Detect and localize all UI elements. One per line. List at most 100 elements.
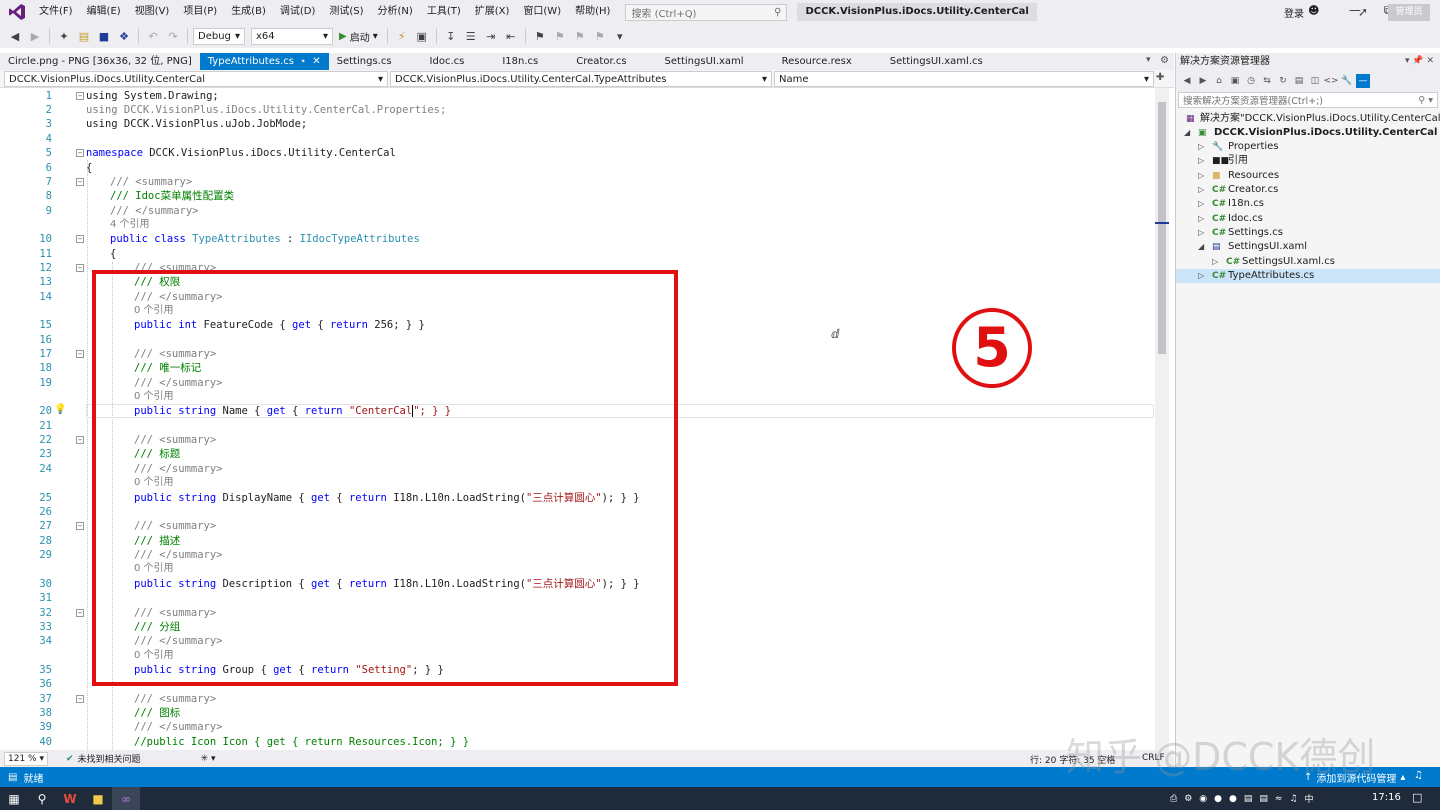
tray-qq-icon[interactable]: ● [1229,794,1237,804]
menu-view[interactable]: 视图(V) [128,0,177,24]
gear-icon[interactable]: ⚙ [1160,55,1169,66]
user-icon[interactable]: ☻ [1308,4,1319,17]
menu-test[interactable]: 测试(S) [322,0,370,24]
tree-item-settingsui-xaml-cs[interactable]: ▷ C# SettingsUI.xaml.cs [1176,255,1440,269]
tab-overflow-icon[interactable]: ▾ [1146,55,1151,65]
tab-creator-cs[interactable]: Creator.cs [546,53,634,70]
collapsed-arrow-icon[interactable]: ▷ [1198,226,1204,240]
scrollbar-thumb[interactable] [1158,102,1166,354]
tray-display-icon[interactable]: ▤ [1259,794,1268,804]
tab-typeattributes[interactable]: TypeAttributes.cs ⋆ ✕ [199,53,329,70]
wps-app-icon[interactable]: W [56,787,84,810]
tree-item-i18n[interactable]: ▷ C# I18n.cs [1176,197,1440,211]
tray-wifi-icon[interactable]: ≈ [1275,794,1283,804]
home-icon[interactable]: ⌂ [1212,74,1226,88]
taskbar-clock[interactable]: 17:16 [1372,792,1401,803]
collapsed-arrow-icon[interactable]: ▷ [1198,169,1204,183]
menu-extensions[interactable]: 扩展(X) [468,0,517,24]
quick-search-input[interactable]: 搜索 (Ctrl+Q) ⚲ [625,3,788,21]
tray-volume-icon[interactable]: ♫ [1289,794,1297,804]
back-icon[interactable]: ◀ [1180,74,1194,88]
project-dropdown[interactable]: DCCK.VisionPlus.iDocs.Utility.CenterCal … [4,71,388,87]
tree-item-settingsui-xaml[interactable]: ◢ ▤ SettingsUI.xaml [1176,240,1440,254]
tree-item-settings[interactable]: ▷ C# Settings.cs [1176,226,1440,240]
collapse-icon[interactable]: − [76,695,84,703]
tab-settings-cs[interactable]: Settings.cs [329,53,400,70]
editor-vertical-scrollbar[interactable] [1155,88,1169,750]
tree-item-typeattributes[interactable]: ▷ C# TypeAttributes.cs [1176,269,1440,283]
tab-resource-resx[interactable]: Resource.resx [752,53,860,70]
show-all-files-icon[interactable]: ◫ [1308,74,1322,88]
type-dropdown[interactable]: DCCK.VisionPlus.iDocs.Utility.CenterCal.… [390,71,772,87]
redo-icon[interactable]: ↷ [164,27,182,45]
tree-item-properties[interactable]: ▷ 🔧 Properties [1176,140,1440,154]
next-bookmark-icon[interactable]: ⚑ [571,27,589,45]
split-window-icon[interactable]: ✚ [1156,72,1164,83]
issues-indicator[interactable]: ✔ 未找到相关问题 [66,752,141,766]
tab-settingsui-xaml[interactable]: SettingsUI.xaml [635,53,752,70]
code-view-icon[interactable]: <> [1323,74,1338,88]
menu-debug[interactable]: 调试(D) [273,0,323,24]
tab-i18n-cs[interactable]: I18n.cs [472,53,546,70]
prev-bookmark-icon[interactable]: ⚑ [551,27,569,45]
tree-item-references[interactable]: ▷ ■■ 引用 [1176,154,1440,168]
hot-reload-icon[interactable]: ⚡ [393,27,411,45]
outdent-icon[interactable]: ⇤ [502,27,520,45]
format-icon[interactable]: ☰ [462,27,480,45]
collapsed-arrow-icon[interactable]: ▷ [1198,140,1204,154]
sync-icon[interactable]: ⇆ [1260,74,1274,88]
collapsed-arrow-icon[interactable]: ▷ [1198,269,1204,283]
tray-gear-icon[interactable]: ⚙ [1184,794,1192,804]
pin-icon[interactable]: ⋆ [300,56,306,67]
login-link[interactable]: 登录 [1284,5,1304,20]
clear-bookmarks-icon[interactable]: ⚑ [591,27,609,45]
tab-circle-png[interactable]: Circle.png - PNG [36x36, 32 位, PNG] [0,53,200,70]
start-debug-button[interactable]: ▶ 启动 ▾ [335,29,382,44]
save-all-icon[interactable]: ❖ [115,27,133,45]
live-share-icon[interactable]: ➚ [1358,5,1368,19]
close-tab-icon[interactable]: ✕ [312,56,320,67]
tray-wechat-icon[interactable]: ● [1214,794,1222,804]
file-explorer-icon[interactable]: ■ [84,787,112,810]
tree-item-idoc[interactable]: ▷ C# Idoc.cs [1176,212,1440,226]
collapsed-arrow-icon[interactable]: ▷ [1198,212,1204,226]
collapsed-arrow-icon[interactable]: ▷ [1198,183,1204,197]
collapse-all-icon[interactable]: ▤ [1292,74,1306,88]
refresh-icon[interactable]: ↻ [1276,74,1290,88]
visual-studio-task-icon[interactable]: ∞ [112,787,140,810]
indent-icon[interactable]: ⇥ [482,27,500,45]
search-icon[interactable]: ⚲ [28,787,56,810]
menu-edit[interactable]: 编辑(E) [80,0,128,24]
tree-item-creator[interactable]: ▷ C# Creator.cs [1176,183,1440,197]
forward-icon[interactable]: ▶ [1196,74,1210,88]
menu-tools[interactable]: 工具(T) [420,0,468,24]
codelens-references[interactable]: 4 个引用 [0,218,1154,232]
properties-wrench-icon[interactable]: 🔧 [1340,74,1354,88]
collapse-icon[interactable]: − [76,350,84,358]
collapse-icon[interactable]: − [76,92,84,100]
code-cleanup-icon[interactable]: ✳ ▾ [201,754,216,764]
collapsed-arrow-icon[interactable]: ▷ [1198,197,1204,211]
new-project-icon[interactable]: ✦ [55,27,73,45]
collapsed-arrow-icon[interactable]: ▷ [1212,255,1218,269]
menu-file[interactable]: 文件(F) [32,0,80,24]
switch-views-icon[interactable]: ▣ [1228,74,1242,88]
tab-idoc-cs[interactable]: Idoc.cs [400,53,473,70]
collapse-icon[interactable]: − [76,149,84,157]
tree-item-project[interactable]: ◢ ▣ DCCK.VisionPlus.iDocs.Utility.Center… [1176,126,1440,140]
tab-settingsui-xaml-cs[interactable]: SettingsUI.xaml.cs [860,53,991,70]
menu-project[interactable]: 项目(P) [176,0,224,24]
collapsed-arrow-icon[interactable]: ▷ [1198,154,1204,168]
step-into-icon[interactable]: ↧ [442,27,460,45]
collapse-icon[interactable]: − [76,235,84,243]
toolbar-overflow-icon[interactable]: ▾ [611,27,629,45]
tree-item-resources[interactable]: ▷ ■ Resources [1176,169,1440,183]
forward-icon[interactable]: ▶ [26,27,44,45]
platform-select[interactable]: x64 ▾ [251,27,333,45]
expanded-arrow-icon[interactable]: ◢ [1184,126,1190,140]
tray-app-icon[interactable]: ◉ [1199,794,1207,804]
collapse-icon[interactable]: − [76,178,84,186]
collapse-icon[interactable]: − [76,264,84,272]
back-icon[interactable]: ◀ [6,27,24,45]
tray-printer-icon[interactable]: ⎙ [1170,794,1177,804]
